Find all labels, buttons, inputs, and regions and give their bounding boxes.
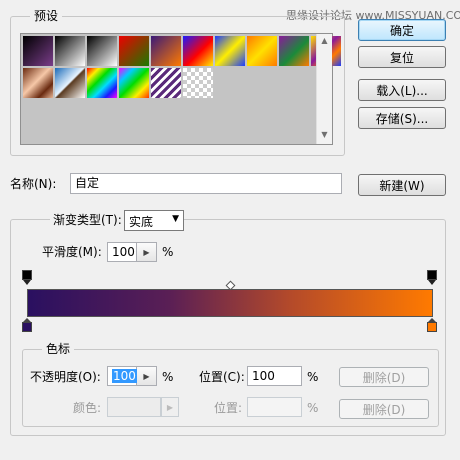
smoothness-label: 平滑度(M):	[42, 245, 102, 259]
opacity-location-label: 位置(C):	[199, 370, 245, 384]
stop-pointer-icon	[23, 280, 31, 285]
preset-swatch-violet-green-orange[interactable]	[279, 36, 309, 66]
preset-swatch-blue-yellow-blue[interactable]	[215, 36, 245, 66]
opacity-value: 100	[112, 369, 137, 383]
name-input[interactable]: 自定	[70, 173, 342, 194]
load-button[interactable]: 载入(L)...	[358, 79, 446, 101]
opacity-location-unit: %	[307, 370, 319, 384]
gradient-type-label: 渐变类型(T):	[50, 213, 125, 227]
presets-swatch-grid	[21, 34, 341, 144]
color-picker-button[interactable]: ▶	[161, 397, 179, 417]
stops-legend: 色标	[42, 342, 75, 356]
preset-swatch-black-white[interactable]	[87, 36, 117, 66]
color-stop-start-swatch	[22, 322, 32, 332]
scroll-down-icon[interactable]: ▼	[317, 130, 332, 142]
color-location-label: 位置:	[214, 401, 243, 415]
smoothness-unit: %	[162, 245, 174, 259]
color-location-unit: %	[307, 401, 319, 415]
color-stop-start[interactable]	[22, 318, 32, 333]
color-label: 颜色:	[73, 401, 102, 415]
opacity-stepper[interactable]: ▶	[137, 366, 157, 386]
reset-button[interactable]: 复位	[358, 46, 446, 68]
preset-swatch-violet-orange[interactable]	[151, 36, 181, 66]
arrow-right-icon: ▶	[166, 402, 174, 412]
stop-pointer-icon	[428, 280, 436, 285]
preset-swatch-orange-yellow-orange[interactable]	[247, 36, 277, 66]
smoothness-input[interactable]: 100	[107, 242, 137, 262]
color-delete-button[interactable]: 删除(D)	[339, 399, 429, 419]
preset-swatch-chrome[interactable]	[55, 68, 85, 98]
save-button[interactable]: 存储(S)...	[358, 107, 446, 129]
preset-swatch-blue-red-yellow[interactable]	[183, 36, 213, 66]
color-stop-end[interactable]	[427, 318, 437, 333]
opacity-label: 不透明度(O):	[30, 370, 101, 384]
preset-swatch-transparent-rainbow[interactable]	[119, 68, 149, 98]
arrow-right-icon: ▶	[143, 371, 150, 381]
color-location-input[interactable]	[247, 397, 302, 417]
opacity-stop-end[interactable]	[427, 270, 437, 286]
ok-button[interactable]: 确定	[358, 19, 446, 41]
presets-scrollbar[interactable]: ▲ ▼	[316, 34, 332, 144]
smoothness-stepper[interactable]: ▶	[137, 242, 157, 262]
scroll-up-icon[interactable]: ▲	[317, 36, 332, 48]
opacity-input[interactable]: 100	[107, 366, 137, 386]
arrow-right-icon: ▶	[143, 247, 150, 257]
opacity-stop-start-icon	[22, 270, 32, 280]
presets-list[interactable]: ▲ ▼	[20, 33, 341, 145]
preset-swatch-spectrum[interactable]	[87, 68, 117, 98]
preset-swatch-transparent-stripes[interactable]	[151, 68, 181, 98]
opacity-stop-start[interactable]	[22, 270, 32, 286]
color-stop-end-swatch	[427, 322, 437, 332]
chevron-down-icon: ▼	[172, 214, 179, 224]
presets-legend: 预设	[30, 9, 63, 23]
name-label: 名称(N):	[10, 177, 57, 191]
preset-swatch-transparent-checker[interactable]	[183, 68, 213, 98]
preset-swatch-foreground-to-transparent[interactable]	[55, 36, 85, 66]
gradient-type-value: 实底	[129, 215, 154, 229]
opacity-stop-end-icon	[427, 270, 437, 280]
preset-swatch-red-green[interactable]	[119, 36, 149, 66]
new-button[interactable]: 新建(W)	[358, 174, 446, 196]
opacity-delete-button[interactable]: 删除(D)	[339, 367, 429, 387]
gradient-type-select[interactable]: 实底 ▼	[124, 210, 184, 231]
preset-swatch-foreground-to-background[interactable]	[23, 36, 53, 66]
opacity-location-input[interactable]: 100	[247, 366, 302, 386]
opacity-unit: %	[162, 370, 174, 384]
preset-swatch-copper[interactable]	[23, 68, 53, 98]
gradient-bar[interactable]	[27, 289, 433, 317]
color-swatch-field[interactable]	[107, 397, 161, 417]
